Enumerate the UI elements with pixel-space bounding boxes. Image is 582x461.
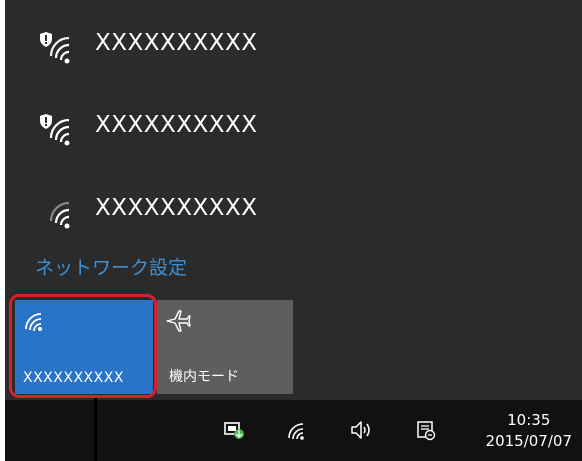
network-settings-link[interactable]: ネットワーク設定: [35, 253, 187, 280]
wifi-tile-label: XXXXXXXXXX: [23, 370, 124, 386]
wifi-icon[interactable]: [286, 420, 308, 440]
notifications-icon[interactable]: [415, 420, 437, 442]
clock[interactable]: 10:35 2015/07/07: [486, 410, 572, 452]
network-item[interactable]: XXXXXXXXXX: [35, 193, 555, 233]
callout-line: [94, 398, 97, 461]
network-item[interactable]: XXXXXXXXXX: [35, 110, 555, 150]
network-name: XXXXXXXXXX: [95, 195, 258, 221]
network-name: XXXXXXXXXX: [95, 112, 258, 138]
device-safely-remove-icon[interactable]: [223, 420, 245, 440]
wifi-secured-icon: [40, 114, 70, 146]
airplane-mode-tile[interactable]: 機内モード: [157, 300, 293, 394]
airplane-tile-label: 機内モード: [169, 369, 239, 385]
airplane-icon: [166, 310, 191, 332]
wifi-icon: [25, 313, 42, 332]
wifi-quick-action-tile[interactable]: XXXXXXXXXX: [15, 300, 153, 394]
volume-icon[interactable]: [350, 420, 376, 440]
taskbar: 10:35 2015/07/07: [5, 400, 582, 461]
network-item[interactable]: XXXXXXXXXX: [35, 28, 555, 68]
clock-time: 10:35: [507, 411, 551, 429]
wifi-icon: [49, 201, 70, 229]
clock-date: 2015/07/07: [485, 432, 572, 450]
wifi-secured-icon: [40, 32, 70, 64]
network-name: XXXXXXXXXX: [95, 30, 258, 56]
